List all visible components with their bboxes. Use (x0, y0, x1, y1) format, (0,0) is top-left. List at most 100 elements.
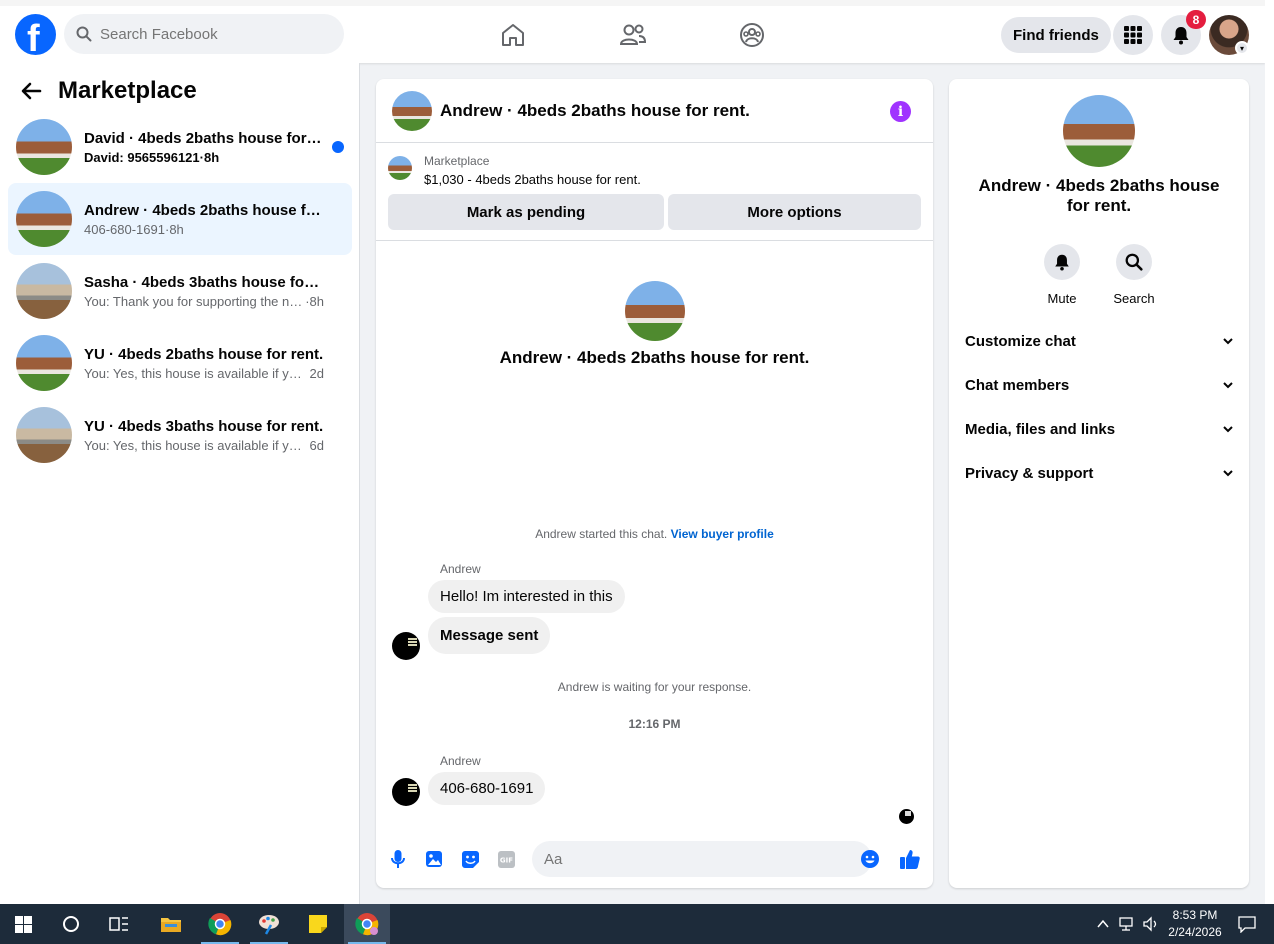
chat-started-text: Andrew started this chat. (535, 527, 668, 541)
sender-avatar[interactable] (392, 632, 420, 660)
grid-icon (1124, 26, 1142, 44)
listing-source-label: Marketplace (424, 154, 490, 168)
system-clock[interactable]: 8:53 PM 2/24/2026 (1164, 907, 1226, 941)
folder-icon (161, 918, 181, 932)
paint-palette-icon (259, 915, 279, 935)
listing-thumbnail (16, 335, 72, 391)
chevron-down-icon (1223, 426, 1233, 433)
read-receipt-avatar (899, 809, 914, 824)
task-view-button[interactable] (96, 904, 142, 944)
chevron-down-icon (1223, 382, 1233, 389)
message-input-box[interactable] (532, 841, 872, 877)
chat-title[interactable]: Andrew · 4beds 2baths house for rent. (440, 101, 750, 121)
volume-icon[interactable] (1142, 916, 1160, 932)
chevron-down-icon (1223, 338, 1233, 345)
mark-as-pending-button[interactable]: Mark as pending (388, 194, 664, 230)
friends-nav-icon[interactable] (618, 20, 648, 50)
sticky-notes-button[interactable] (295, 904, 341, 944)
mute-button[interactable]: Mute (1032, 244, 1092, 306)
search-input[interactable] (100, 25, 320, 43)
groups-nav-icon[interactable] (737, 20, 767, 50)
network-icon[interactable] (1118, 916, 1136, 932)
conversation-item[interactable]: David · 4beds 2baths house for r... Davi… (8, 111, 352, 183)
gif-icon[interactable]: GIF (496, 849, 516, 869)
details-avatar[interactable] (1063, 95, 1135, 167)
conversation-item[interactable]: Sasha · 4beds 3baths house for rent. You… (8, 255, 352, 327)
conversation-preview: You: Thank you for supporting the nu... (84, 293, 306, 309)
svg-text:GIF: GIF (499, 856, 512, 864)
media-files-links-section[interactable]: Media, files and links (965, 407, 1233, 451)
waiting-notice: Andrew is waiting for your response. (557, 680, 752, 694)
sticky-note-icon (309, 915, 327, 933)
message-bubble[interactable]: Hello! Im interested in this (428, 580, 625, 613)
privacy-support-section[interactable]: Privacy & support (965, 451, 1233, 495)
section-label: Customize chat (965, 332, 1076, 350)
paint-taskbar-button[interactable] (246, 904, 292, 944)
search-in-chat-button[interactable]: Search (1104, 244, 1164, 306)
conversation-item[interactable]: YU · 4beds 3baths house for rent. You: Y… (8, 399, 352, 471)
photo-icon[interactable] (424, 849, 444, 869)
file-explorer-button[interactable] (148, 904, 194, 944)
top-navigation-bar: f Find friends 8 ▾ (0, 0, 1265, 63)
details-title: Andrew · 4beds 2baths house for rent. (978, 176, 1220, 215)
conversation-name: Andrew · 4beds 2baths house for r... (84, 201, 324, 219)
windows-logo-icon (14, 915, 32, 933)
listing-banner: Marketplace $1,030 - 4beds 2baths house … (376, 143, 933, 241)
panel-header: Marketplace (20, 77, 197, 105)
microphone-icon[interactable] (388, 849, 408, 869)
page-scrollbar[interactable] (1265, 0, 1274, 904)
find-friends-button[interactable]: Find friends (1001, 17, 1111, 53)
listing-banner-thumbnail[interactable] (388, 156, 412, 180)
clock-time: 8:53 PM (1172, 908, 1218, 922)
sender-avatar[interactable] (392, 778, 420, 806)
conversation-time: 6d (309, 437, 324, 453)
conversation-item[interactable]: YU · 4beds 2baths house for rent. You: Y… (8, 327, 352, 399)
chat-intro-avatar (625, 281, 685, 341)
section-label: Media, files and links (965, 420, 1116, 438)
chat-header-avatar[interactable] (392, 90, 432, 131)
section-label: Privacy & support (965, 464, 1094, 482)
listing-thumbnail (16, 119, 72, 175)
customize-chat-section[interactable]: Customize chat (965, 319, 1233, 363)
message-input[interactable] (544, 850, 844, 868)
message-bubble[interactable]: 406-680-1691 (428, 772, 546, 805)
show-hidden-icons-chevron-icon[interactable] (1096, 917, 1110, 931)
chevron-down-icon (1223, 470, 1233, 477)
home-nav-icon[interactable] (498, 20, 528, 50)
back-arrow-icon[interactable] (20, 80, 42, 102)
account-chevron-icon[interactable]: ▾ (1235, 41, 1249, 55)
conversation-name: Sasha · 4beds 3baths house for rent. (84, 273, 324, 291)
chat-header: Andrew · 4beds 2baths house for rent. i (376, 79, 933, 143)
conversation-item-active[interactable]: Andrew · 4beds 2baths house for r... 406… (8, 183, 352, 255)
facebook-logo-letter: f (27, 18, 40, 60)
menu-grid-button[interactable] (1113, 15, 1153, 55)
listing-thumbnail (16, 407, 72, 463)
conversation-time: 8h (309, 293, 324, 309)
conversation-name: YU · 4beds 3baths house for rent. (84, 417, 324, 435)
more-options-button[interactable]: More options (668, 194, 921, 230)
info-icon[interactable]: i (890, 101, 911, 122)
conversation-time: 2d (309, 365, 324, 381)
search-icon (76, 26, 92, 42)
emoji-icon[interactable] (860, 849, 880, 869)
search-box[interactable] (64, 14, 344, 54)
sticker-icon[interactable] (460, 849, 480, 869)
search-icon (1125, 253, 1143, 271)
message-bubble[interactable]: Message sent (428, 617, 551, 654)
chat-members-section[interactable]: Chat members (965, 363, 1233, 407)
conversation-time: 8h (169, 221, 184, 237)
view-buyer-profile-link[interactable]: View buyer profile (671, 527, 774, 541)
notification-center-icon[interactable] (1238, 915, 1256, 933)
sender-name: Andrew (440, 754, 481, 768)
unread-indicator (332, 141, 344, 153)
listing-price[interactable]: $1,030 - 4beds 2baths house for rent. (424, 172, 641, 187)
cortana-search-button[interactable] (48, 904, 94, 944)
chrome-taskbar-button[interactable] (197, 904, 243, 944)
conversation-name: David · 4beds 2baths house for r... (84, 129, 324, 147)
facebook-logo[interactable]: f (15, 14, 56, 60)
start-button[interactable] (0, 904, 46, 944)
chrome-profile-taskbar-button[interactable] (344, 904, 390, 944)
thumbs-up-icon[interactable] (898, 849, 922, 869)
conversation-preview: 406-680-1691 (84, 221, 165, 237)
task-view-icon (109, 917, 128, 931)
